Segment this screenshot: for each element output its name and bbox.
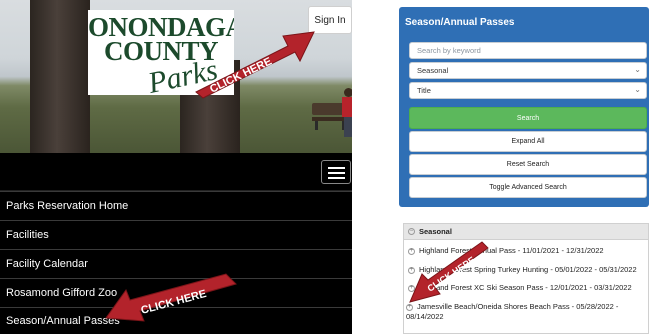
collapse-icon: −	[408, 228, 415, 235]
nav-item-facilities[interactable]: Facilities	[0, 220, 352, 249]
category-select[interactable]: Seasonal ⌄	[409, 62, 647, 79]
hamburger-menu-button[interactable]	[321, 160, 351, 184]
season-passes-search-panel: Season/Annual Passes Seasonal ⌄ Title ⌄ …	[399, 7, 649, 207]
chevron-down-icon: ⌄	[634, 65, 641, 74]
click-here-arrow-passes-list: CLICK HERE	[409, 241, 489, 303]
nav-item-label: Facility Calendar	[6, 258, 88, 270]
panel-title: Season/Annual Passes	[405, 17, 515, 28]
hamburger-line	[328, 177, 345, 179]
click-here-arrow-season-passes: CLICK HERE	[105, 273, 237, 322]
nav-item-label: Facilities	[6, 229, 49, 241]
click-here-arrow-sign-in: CLICK HERE	[195, 31, 315, 99]
click-here-label: CLICK HERE	[426, 255, 477, 294]
click-here-label: CLICK HERE	[208, 55, 274, 95]
reset-search-button[interactable]: Reset Search	[409, 154, 647, 175]
expand-all-button[interactable]: Expand All	[409, 131, 647, 152]
hamburger-line	[328, 167, 345, 169]
category-select-value: Seasonal	[417, 66, 449, 75]
keyword-search-field[interactable]	[409, 42, 647, 59]
mobile-menu-bar	[0, 153, 352, 191]
tree-trunk-left	[30, 0, 90, 153]
toggle-advanced-search-button[interactable]: Toggle Advanced Search	[409, 177, 647, 198]
hamburger-line	[328, 172, 345, 174]
section-title: Seasonal	[419, 227, 452, 236]
sort-select-value: Title	[417, 86, 431, 95]
search-button[interactable]: Search	[409, 107, 647, 129]
keyword-search-input[interactable]	[417, 46, 617, 55]
sort-select[interactable]: Title ⌄	[409, 82, 647, 99]
chevron-down-icon: ⌄	[634, 85, 641, 94]
nav-item-label: Parks Reservation Home	[6, 200, 129, 212]
seasonal-section-header[interactable]: − Seasonal	[404, 224, 648, 240]
nav-item-parks-reservation-home[interactable]: Parks Reservation Home	[0, 191, 352, 220]
